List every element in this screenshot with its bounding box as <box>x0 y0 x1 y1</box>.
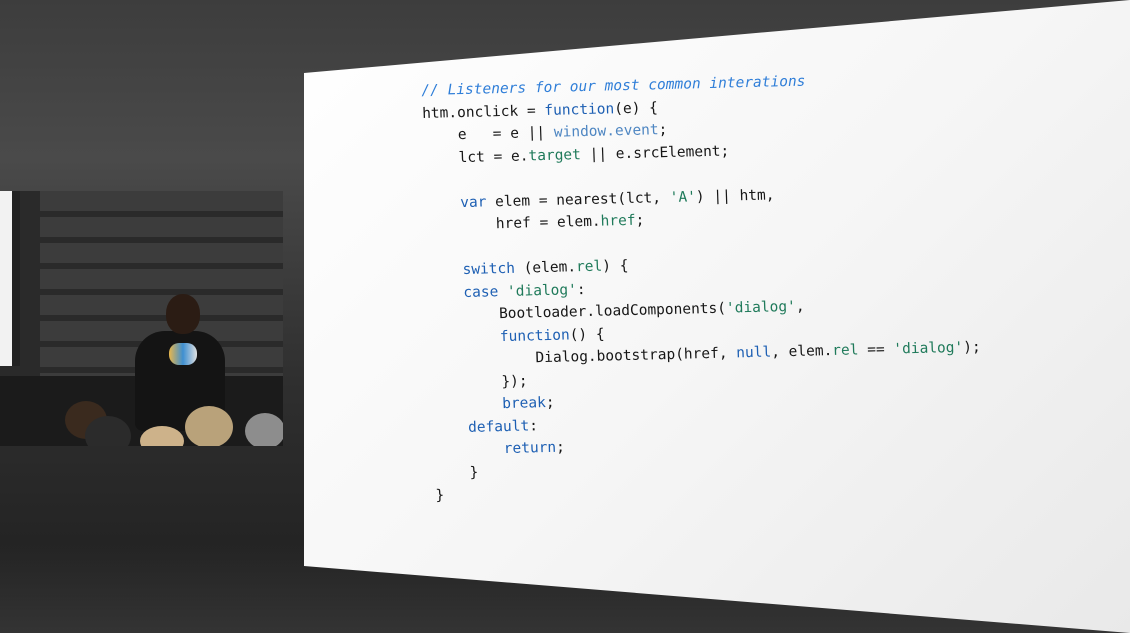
code-token: rel <box>832 342 859 360</box>
code-token: ) || htm, <box>695 186 775 205</box>
code-token: default <box>467 417 530 436</box>
code-token: 'dialog' <box>506 281 578 300</box>
code-token: function <box>544 100 615 119</box>
code-token: switch <box>462 260 516 279</box>
code-token: 'A' <box>669 188 697 206</box>
code-token: 'dialog' <box>893 339 964 358</box>
code-token: function <box>499 326 570 345</box>
code-token: == <box>858 341 894 359</box>
code-token: Dialog.bootstrap(href, <box>430 345 737 369</box>
code-token: } <box>435 487 445 504</box>
code-token: } <box>434 464 479 482</box>
code-token: ; <box>545 394 555 412</box>
code-token: Bootloader.loadComponents( <box>428 300 727 324</box>
code-token: , <box>795 298 805 315</box>
code-token: window.event <box>553 122 659 141</box>
code-token: return <box>503 439 557 458</box>
code-token: || e.srcElement; <box>580 142 730 163</box>
code-token: break <box>501 395 547 413</box>
side-screen <box>0 191 20 366</box>
shirt-logo-icon <box>169 343 197 365</box>
code-token: (e) { <box>613 99 659 117</box>
speaker-video <box>0 191 283 446</box>
audience-head <box>245 413 283 446</box>
code-token: 'dialog' <box>725 298 797 317</box>
code-token: : <box>528 417 539 434</box>
audience-head <box>185 406 233 446</box>
code-token: case <box>463 283 499 301</box>
code-token: lct = e. <box>423 147 529 167</box>
projected-slide: // Listeners for our most common interat… <box>304 0 1130 633</box>
code-token: ; <box>555 439 566 456</box>
code-token: (elem. <box>514 259 577 277</box>
code-token: target <box>528 146 582 164</box>
code-token: ; <box>658 121 668 139</box>
code-token: rel <box>575 258 603 276</box>
code-block: // Listeners for our most common interat… <box>421 67 986 508</box>
code-token: e = e || <box>422 124 555 144</box>
code-token: var <box>459 193 487 211</box>
code-token: () { <box>569 326 605 343</box>
code-token: : <box>576 281 586 298</box>
code-token: = <box>517 102 545 120</box>
code-token: elem = nearest(lct, <box>486 189 670 210</box>
code-token: ; <box>635 212 645 229</box>
code-token: null <box>736 344 772 362</box>
code-token: htm <box>421 104 449 122</box>
presentation-frame: // Listeners for our most common interat… <box>0 0 1130 633</box>
speaker-head <box>166 294 200 334</box>
code-token: ) { <box>601 257 629 275</box>
code-token: onclick <box>456 103 519 121</box>
code-token: href <box>600 212 636 230</box>
code-token: , elem. <box>770 343 833 361</box>
code-token: ); <box>962 339 981 356</box>
code-token: href = elem. <box>425 213 601 234</box>
code-token: }); <box>431 372 528 392</box>
